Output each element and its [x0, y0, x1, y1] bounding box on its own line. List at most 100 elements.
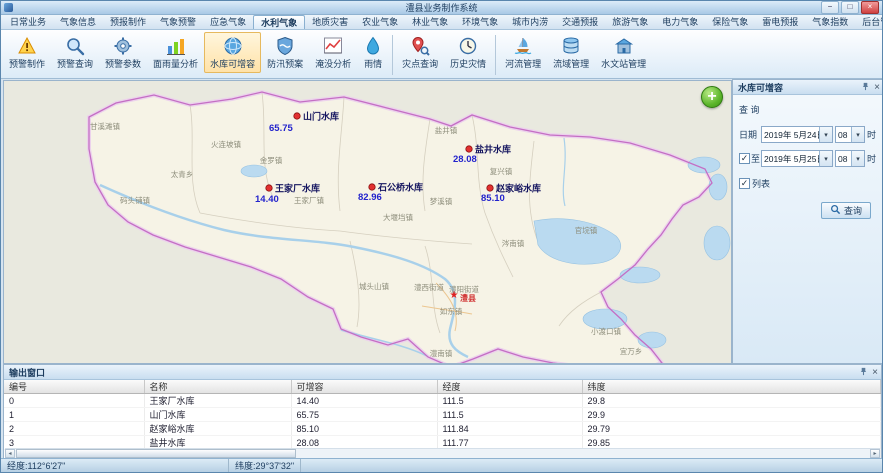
town-label: 官垸镇	[575, 225, 598, 235]
menu-item-15[interactable]: 保险气象	[705, 15, 755, 29]
toolbar-disaster-point-button[interactable]: 灾点查询	[396, 32, 444, 73]
start-hour-value: 08	[836, 130, 851, 140]
warning-triangle-icon	[17, 36, 37, 56]
reservoir-marker[interactable]	[369, 184, 375, 190]
chevron-down-icon[interactable]: ▾	[851, 151, 864, 166]
column-header[interactable]: 可增容	[291, 380, 437, 394]
menu-item-14[interactable]: 电力气象	[655, 15, 705, 29]
menu-item-5[interactable]: 应急气象	[203, 15, 253, 29]
town-label: 小渡口镇	[591, 326, 621, 336]
chevron-down-icon[interactable]: ▾	[819, 127, 832, 142]
reservoir-marker[interactable]	[294, 113, 300, 119]
town-label: 宜万乡	[620, 346, 643, 356]
menu-item-8[interactable]: 农业气象	[355, 15, 405, 29]
to-date-checkbox[interactable]: ✓	[739, 153, 750, 164]
toolbar-separator	[392, 35, 393, 75]
history-clock-icon	[458, 36, 478, 56]
toolbar-area-rainfall-button[interactable]: 面雨量分析	[147, 32, 204, 73]
column-header[interactable]: 纬度	[582, 380, 881, 394]
rain-chart-icon	[166, 36, 186, 56]
menu-item-6[interactable]: 水利气象	[253, 15, 305, 29]
scroll-left-icon[interactable]: ◂	[5, 449, 15, 458]
toolbar-reservoir-capacity-button[interactable]: 水库可增容	[204, 32, 261, 73]
menu-item-4[interactable]: 气象预警	[153, 15, 203, 29]
end-date-combo[interactable]: 2019年 5月25日 ▾	[761, 150, 833, 167]
town-label: 澧南镇	[430, 348, 453, 358]
disaster-pin-search-icon	[410, 36, 430, 56]
map-add-button[interactable]: +	[701, 86, 723, 108]
table-row[interactable]: 2赵家峪水库85.10111.8429.79	[4, 422, 881, 436]
chevron-down-icon[interactable]: ▾	[851, 127, 864, 142]
menu-item-12[interactable]: 交通预报	[555, 15, 605, 29]
pin-icon[interactable]	[861, 82, 870, 93]
maximize-button[interactable]: □	[841, 1, 859, 14]
toolbar-disaster-history-button[interactable]: 历史灾情	[444, 32, 492, 73]
toolbar-basin-management-button[interactable]: 流域管理	[547, 32, 595, 73]
line-chart-icon	[323, 36, 343, 56]
menu-item-9[interactable]: 林业气象	[405, 15, 455, 29]
window-title: 澧县业务制作系统	[1, 1, 882, 14]
town-label: 甘溪滩镇	[90, 121, 120, 131]
column-header[interactable]: 编号	[4, 380, 144, 394]
menu-item-1[interactable]: 日常业务	[3, 15, 53, 29]
scroll-right-icon[interactable]: ▸	[870, 449, 880, 458]
output-panel-title: 输出窗口	[9, 366, 45, 379]
scrollbar-thumb[interactable]	[16, 449, 296, 458]
flood-shield-icon	[275, 36, 295, 56]
search-icon	[830, 204, 841, 217]
county-map[interactable]: 甘溪滩镇火连坡镇金罗镇盐井镇码头铺镇太青乡王家厂镇梦溪镇大堰垱镇复兴镇官垸镇涔南…	[4, 81, 731, 364]
start-date-combo[interactable]: 2019年 5月24日 ▾	[761, 126, 833, 143]
list-label: 列表	[752, 177, 770, 190]
toolbar-warning-create-button[interactable]: 预警制作	[3, 32, 51, 73]
start-hour-combo[interactable]: 08 ▾	[835, 126, 865, 143]
menu-item-17[interactable]: 气象指数	[805, 15, 855, 29]
pin-icon[interactable]	[859, 367, 868, 378]
reservoir-value: 85.10	[481, 193, 505, 204]
panel-close-icon[interactable]: ×	[874, 83, 880, 92]
town-label: 澧西街道	[414, 282, 444, 292]
reservoir-value: 14.40	[255, 194, 279, 205]
panel-close-icon[interactable]: ×	[872, 368, 878, 377]
county-seat-star-icon: ★	[450, 290, 459, 301]
map-area[interactable]: 甘溪滩镇火连坡镇金罗镇盐井镇码头铺镇太青乡王家厂镇梦溪镇大堰垱镇复兴镇官垸镇涔南…	[3, 80, 732, 364]
table-row[interactable]: 0王家厂水库14.40111.529.8	[4, 394, 881, 408]
query-button[interactable]: 查询	[821, 202, 871, 219]
table-row[interactable]: 1山门水库65.75111.529.9	[4, 408, 881, 422]
menu-item-3[interactable]: 预报制作	[103, 15, 153, 29]
menu-item-2[interactable]: 气象信息	[53, 15, 103, 29]
column-header[interactable]: 名称	[144, 380, 291, 394]
menu-item-13[interactable]: 旅游气象	[605, 15, 655, 29]
toolbar-river-management-button[interactable]: 河流管理	[499, 32, 547, 73]
menu-item-11[interactable]: 城市内涝	[505, 15, 555, 29]
toolbar-inundation-analysis-button[interactable]: 淹没分析	[309, 32, 357, 73]
close-button[interactable]: ×	[861, 1, 879, 14]
toolbar-warning-params-button[interactable]: 预警参数	[99, 32, 147, 73]
river-boat-icon	[513, 36, 533, 56]
toolbar-rain-info-button[interactable]: 雨情	[357, 32, 389, 73]
toolbar-hydro-station-button[interactable]: 水文站管理	[595, 32, 652, 73]
toolbar-warning-query-button[interactable]: 预警查询	[51, 32, 99, 73]
column-header[interactable]: 经度	[437, 380, 582, 394]
town-label: 王家厂镇	[294, 195, 324, 205]
horizontal-scrollbar[interactable]: ◂ ▸	[5, 448, 880, 458]
menu-item-16[interactable]: 雷电预报	[755, 15, 805, 29]
reservoir-marker[interactable]	[487, 185, 493, 191]
chevron-down-icon[interactable]: ▾	[819, 151, 832, 166]
town-label: 码头铺镇	[120, 195, 150, 205]
to-label: 至	[751, 152, 760, 165]
end-hour-combo[interactable]: 08 ▾	[835, 150, 865, 167]
query-button-label: 查询	[844, 204, 862, 217]
menu-item-10[interactable]: 环境气象	[455, 15, 505, 29]
reservoir-marker[interactable]	[266, 185, 272, 191]
menu-item-18[interactable]: 后台管理	[855, 15, 883, 29]
county-seat-label: 澧县	[460, 293, 476, 303]
query-section-label: 查 询	[739, 103, 877, 116]
reservoir-marker[interactable]	[466, 146, 472, 152]
list-checkbox[interactable]: ✓	[739, 178, 750, 189]
menu-item-7[interactable]: 地质灾害	[305, 15, 355, 29]
reservoir-query-panel: 水库可增容 × 查 询 日期 2019年 5月24日 ▾ 08 ▾ 时	[732, 79, 883, 364]
check-icon: ✓	[741, 179, 749, 188]
toolbar-flood-plan-button[interactable]: 防汛预案	[261, 32, 309, 73]
minimize-button[interactable]: −	[821, 1, 839, 14]
basin-layers-icon	[561, 36, 581, 56]
